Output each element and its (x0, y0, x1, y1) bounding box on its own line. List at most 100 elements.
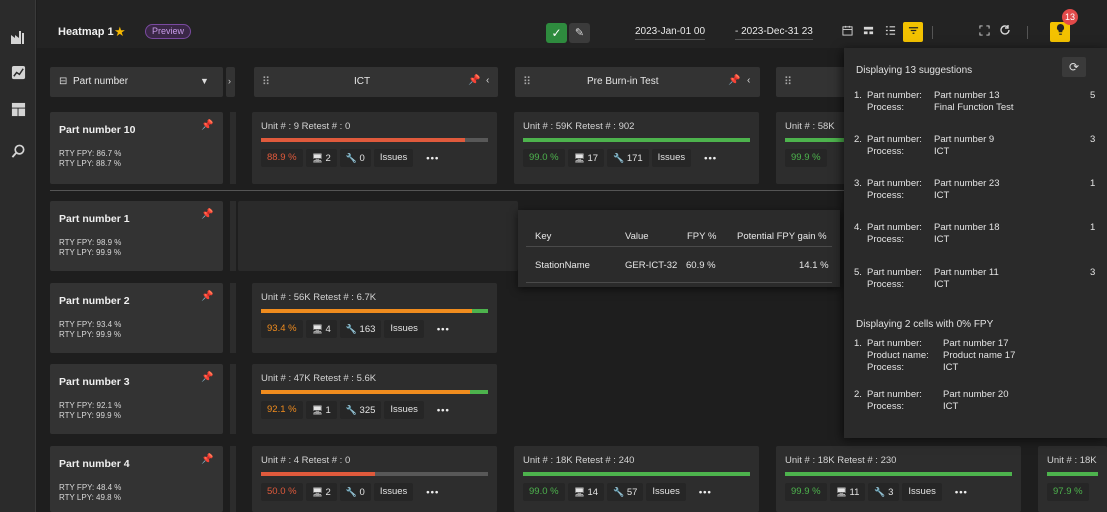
more-options-icon[interactable]: ••• (426, 153, 439, 164)
date-from-field[interactable]: 2023-Jan-01 00 (635, 26, 706, 40)
issues-button[interactable]: Issues (902, 483, 942, 501)
chevron-left-icon[interactable]: ‹ (486, 75, 489, 86)
popup-cell: 60.9 % (686, 260, 716, 271)
heatmap-cell[interactable]: Unit # : 18K 97.9 % (1038, 446, 1107, 512)
search-icon[interactable] (9, 142, 27, 160)
stations-chip[interactable]: 🖥 2 (305, 483, 337, 501)
pin-icon[interactable]: 📌 (201, 372, 213, 383)
more-options-icon[interactable]: ••• (699, 487, 712, 498)
row-header-label: Part number (73, 76, 129, 87)
edit-button[interactable]: ✎ (569, 23, 590, 43)
wrench-icon: 🔧 (874, 487, 889, 497)
suggestion-item[interactable]: 1. Part number: Part number 13 Process: Fina… (854, 90, 1099, 120)
issues-button[interactable]: Issues (646, 483, 686, 501)
row-header[interactable]: Part number 10 📌 RTY FPY: 86.7 % RTY LPY… (50, 112, 223, 184)
row-title: Part number 2 (59, 295, 130, 307)
heatmap-cell[interactable]: Unit # : 59K Retest # : 902 99.0 % 🖥 17 🔧 1… (514, 112, 759, 184)
toolbar-divider (1027, 26, 1028, 39)
stations-chip[interactable]: 🖥 11 (829, 483, 866, 501)
suggestion-item[interactable]: 5. Part number: Part number 11 Process: ICT 3 (854, 267, 1099, 297)
more-options-icon[interactable]: ••• (437, 324, 450, 335)
unit-count: Unit # : 56K Retest # : 6.7K (261, 292, 377, 303)
heatmap-cell[interactable]: Unit # : 4 Retest # : 0 50.0 % 🖥 2 🔧 0 Issue… (252, 446, 497, 512)
zero-fpy-item[interactable]: 1. Part number: Part number 17 Product name… (854, 338, 1099, 378)
star-icon[interactable]: ★ (114, 24, 126, 40)
left-rail (0, 0, 36, 512)
pin-icon[interactable]: 📌 (201, 454, 213, 465)
lightbulb-icon[interactable] (1050, 22, 1070, 42)
fpy-percent: 99.0 % (523, 483, 565, 501)
issues-button[interactable]: Issues (373, 483, 414, 501)
confirm-button[interactable]: ✓ (546, 23, 567, 43)
suggestion-count: 1 (1090, 222, 1096, 233)
stations-chip[interactable]: 🖥 2 (305, 149, 337, 167)
stations-chip[interactable]: 🖥 17 (567, 149, 605, 167)
repairs-chip[interactable]: 🔧 0 (339, 483, 371, 501)
pin-icon[interactable]: 📌 (201, 209, 213, 220)
issues-button[interactable]: Issues (384, 320, 424, 338)
pin-icon[interactable]: 📌 (201, 120, 213, 131)
wrench-icon: 🔧 (345, 324, 360, 334)
drag-handle-icon[interactable]: ⠿ (262, 75, 270, 88)
pin-icon[interactable]: 📌 (728, 75, 740, 86)
more-options-icon[interactable]: ••• (437, 405, 450, 416)
list-view-icon[interactable] (880, 22, 900, 42)
issues-button[interactable]: Issues (373, 149, 414, 167)
unit-count: Unit # : 18K (1047, 455, 1097, 466)
heatmap-cell[interactable]: Unit # : 18K Retest # : 240 99.0 % 🖥 14 🔧 5… (514, 446, 759, 512)
filter-icon[interactable] (903, 22, 923, 42)
date-to-field[interactable]: - 2023-Dec-31 23 (735, 26, 813, 40)
row-header[interactable]: Part number 3 📌 RTY FPY: 92.1 % RTY LPY:… (50, 364, 223, 434)
calendar-icon[interactable] (837, 22, 857, 42)
row-header[interactable]: Part number 4 📌 RTY FPY: 48.4 % RTY LPY:… (50, 446, 223, 512)
factory-icon[interactable] (9, 28, 27, 46)
column-header-3[interactable]: ⠿ (776, 67, 846, 97)
refresh-suggestions-button[interactable]: ⟳ (1062, 57, 1086, 77)
stations-chip[interactable]: 🖥 1 (305, 401, 337, 419)
chevron-down-icon[interactable]: ▼ (200, 76, 209, 86)
column-header-ict[interactable]: ⠿ ICT 📌 ‹ (254, 67, 498, 97)
chevron-left-icon[interactable]: ‹ (747, 75, 750, 86)
zero-fpy-item[interactable]: 2. Part number: Part number 20 Process: ICT (854, 389, 1099, 429)
drag-handle-icon[interactable]: ⠿ (784, 75, 792, 88)
heatmap-cell[interactable]: Unit # : 56K Retest # : 6.7K 93.4 % 🖥 4 🔧 1… (252, 283, 497, 353)
repairs-chip[interactable]: 🔧 0 (339, 149, 371, 167)
stations-chip[interactable]: 🖥 4 (305, 320, 337, 338)
issues-button[interactable]: Issues (651, 149, 692, 167)
row-header-selector[interactable]: ⊟ Part number ▼ (50, 67, 223, 97)
more-options-icon[interactable]: ••• (426, 487, 439, 498)
rty-lpy: RTY LPY: 99.9 % (59, 411, 121, 420)
chart-icon[interactable] (9, 63, 27, 81)
dashboard-icon[interactable] (9, 100, 27, 118)
row-header[interactable]: Part number 2 📌 RTY FPY: 93.4 % RTY LPY:… (50, 283, 223, 353)
more-options-icon[interactable]: ••• (955, 487, 968, 498)
fullscreen-icon[interactable] (974, 22, 994, 42)
monitor-icon: 🖥 (311, 405, 326, 415)
heatmap-cell[interactable]: Unit # : 18K Retest # : 230 99.9 % 🖥 11 🔧 3… (776, 446, 1021, 512)
stations-chip[interactable]: 🖥 14 (567, 483, 605, 501)
repairs-chip[interactable]: 🔧 171 (607, 149, 649, 167)
repairs-chip[interactable]: 🔧 3 (868, 483, 900, 501)
pin-icon[interactable]: 📌 (468, 75, 480, 86)
heatmap-cell[interactable]: Unit # : 47K Retest # : 5.6K 92.1 % 🖥 1 🔧 3… (252, 364, 497, 434)
yield-bar-fill (523, 472, 750, 476)
expand-toggle[interactable]: › (226, 67, 235, 97)
process-value: Final Function Test (934, 102, 1014, 113)
suggestion-item[interactable]: 4. Part number: Part number 18 Process: ICT 1 (854, 222, 1099, 252)
suggestion-item[interactable]: 2. Part number: Part number 9 Process: ICT 3 (854, 134, 1099, 164)
issues-button[interactable]: Issues (384, 401, 424, 419)
column-header-pre-burn-in[interactable]: ⠿ Pre Burn-in Test 📌 ‹ (515, 67, 760, 97)
drag-handle-icon[interactable]: ⠿ (523, 75, 531, 88)
repairs-chip[interactable]: 🔧 57 (607, 483, 644, 501)
rty-fpy: RTY FPY: 92.1 % (59, 401, 122, 410)
suggestion-item[interactable]: 3. Part number: Part number 23 Process: ICT 1 (854, 178, 1099, 208)
repairs-chip[interactable]: 🔧 163 (339, 320, 382, 338)
pin-icon[interactable]: 📌 (201, 291, 213, 302)
heatmap-cell[interactable]: Unit # : 9 Retest # : 0 88.9 % 🖥 2 🔧 0 Issue… (252, 112, 497, 184)
more-options-icon[interactable]: ••• (704, 153, 717, 164)
unit-count: Unit # : 47K Retest # : 5.6K (261, 373, 377, 384)
row-header[interactable]: Part number 1 📌 RTY FPY: 98.9 % RTY LPY:… (50, 201, 223, 271)
refresh-icon[interactable] (995, 22, 1015, 42)
table-view-icon[interactable] (858, 22, 878, 42)
repairs-chip[interactable]: 🔧 325 (339, 401, 382, 419)
